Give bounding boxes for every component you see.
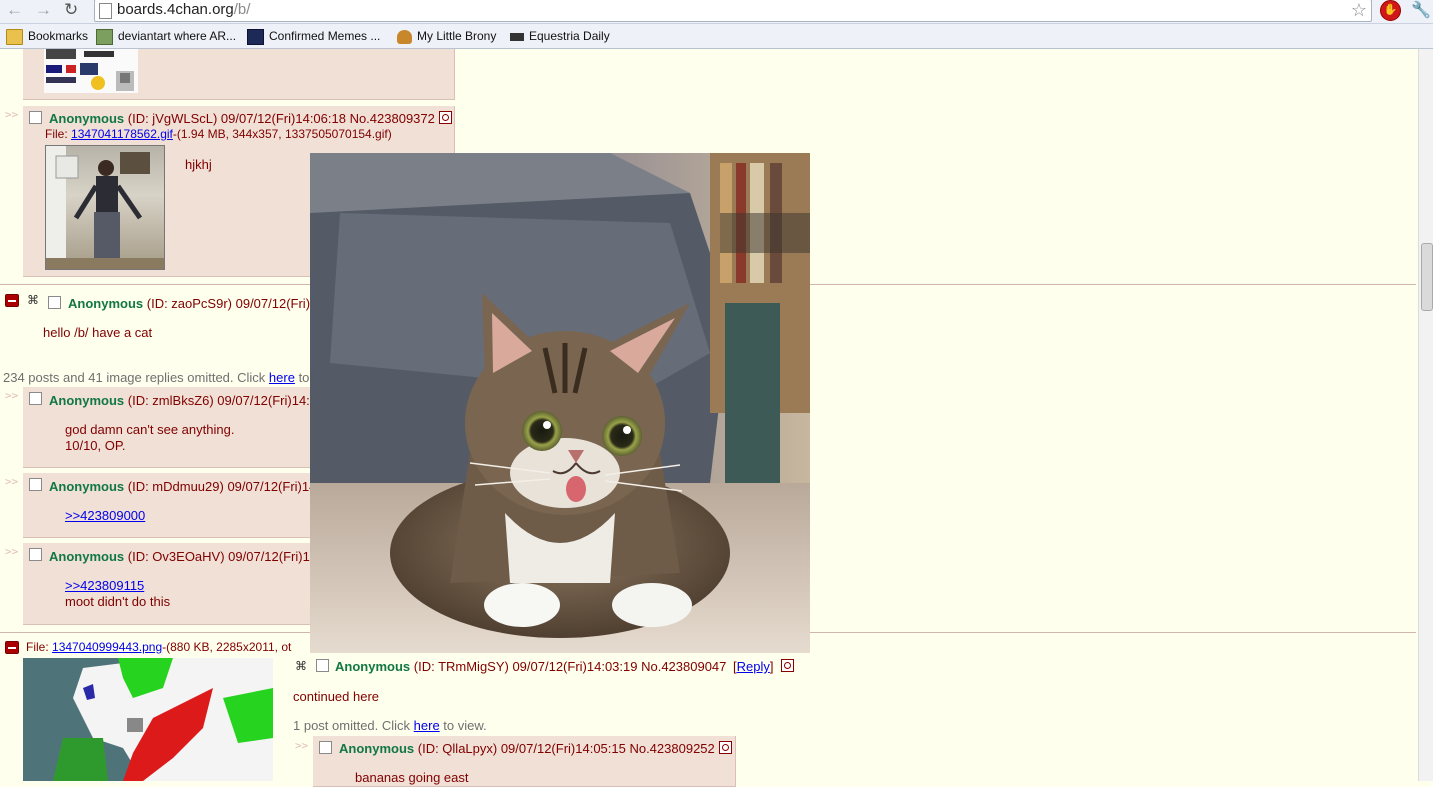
burger-icon (397, 29, 412, 44)
post-header: Anonymous (ID: jVgWLScL) 09/07/12(Fri)14… (49, 111, 435, 126)
page-scrollbar[interactable] (1418, 49, 1433, 781)
post-checkbox[interactable] (29, 392, 42, 405)
poster-name: Anonymous (49, 111, 125, 126)
reload-icon[interactable]: ↻ (64, 1, 78, 19)
bookmark-confirmed-memes[interactable]: Confirmed Memes ... (247, 28, 380, 45)
browser-toolbar: ← → ↻ boards.4chan.org/b/ ☆ ✋ 🔧 (0, 0, 1433, 24)
hover-image-preview (310, 153, 810, 653)
poster-name: Anonymous (335, 659, 411, 674)
reply-arrows: >> (295, 739, 309, 752)
post-header: Anonymous (ID: mDdmuu29) 09/07/12(Fri)14 (49, 479, 316, 494)
gif-thumbnail[interactable] (45, 145, 165, 270)
knowyourmeme-icon (247, 28, 264, 45)
post-comment: bananas going east (355, 770, 469, 785)
expand-thread-link[interactable]: here (269, 370, 295, 385)
poster-name: Anonymous (49, 549, 125, 564)
bookmark-deviantart[interactable]: deviantart where AR... (96, 28, 236, 45)
expand-thread-link[interactable]: here (414, 718, 440, 733)
post-checkbox[interactable] (319, 741, 332, 754)
expand-dropdown-icon[interactable]: ⌘ (27, 293, 39, 307)
quote-link[interactable]: >>423809115 (65, 578, 144, 593)
reply-button[interactable]: [Reply] (733, 659, 774, 674)
post-checkbox[interactable] (29, 111, 42, 124)
post-meta: (ID: TRmMigSY) 09/07/12(Fri)14:03:19 No.… (413, 659, 727, 674)
post-checkbox[interactable] (316, 659, 329, 672)
op-header: Anonymous (ID: zaoPcS9r) 09/07/12(Fri) (68, 296, 310, 311)
map-thumbnail[interactable] (23, 658, 273, 781)
post-checkbox[interactable] (29, 478, 42, 491)
expand-dropdown-icon[interactable]: ⌘ (295, 659, 307, 673)
post-meta: (ID: zmlBksZ6) 09/07/12(Fri)14: (127, 393, 310, 408)
quote-preview-icon[interactable] (781, 659, 794, 672)
post-header: Anonymous (ID: Ov3EOaHV) 09/07/12(Fri)14 (49, 549, 317, 564)
page-icon (99, 3, 112, 19)
bookmark-star-icon[interactable]: ☆ (1351, 0, 1367, 20)
image-thumbnail[interactable] (44, 49, 138, 93)
scrollbar-thumb[interactable] (1421, 243, 1433, 311)
bookmark-equestria-daily[interactable]: Equestria Daily (510, 28, 610, 44)
reply-arrows: >> (5, 545, 19, 558)
post-comment: hjkhj (185, 157, 212, 172)
wrench-menu-icon[interactable]: 🔧 (1411, 0, 1431, 20)
post-checkbox[interactable] (48, 296, 61, 309)
adblock-extension-icon[interactable]: ✋ (1380, 0, 1401, 21)
bookmark-my-little-brony[interactable]: My Little Brony (397, 28, 496, 44)
omitted-posts-notice: 1 post omitted. Click here to view. (293, 718, 487, 733)
post-meta: (ID: mDdmuu29) 09/07/12(Fri)14 (127, 479, 317, 494)
poster-name: Anonymous (339, 741, 415, 756)
poster-name: Anonymous (49, 479, 125, 494)
quote-preview-icon[interactable] (439, 111, 452, 124)
forward-arrow-icon[interactable]: → (35, 1, 52, 19)
deviantart-icon (96, 28, 113, 45)
reply-arrows: >> (5, 475, 19, 488)
op-comment: hello /b/ have a cat (43, 325, 153, 340)
reply-arrows: >> (5, 108, 19, 121)
post-meta: (ID: jVgWLScL) 09/07/12(Fri)14:06:18 No.… (127, 111, 435, 126)
hide-thread-icon[interactable] (5, 294, 19, 307)
quote-preview-icon[interactable] (719, 741, 732, 754)
folder-icon (6, 28, 23, 45)
file-info: File: 1347040999443.png-(880 KB, 2285x20… (26, 640, 292, 654)
address-bar[interactable]: boards.4chan.org/b/ ☆ (94, 0, 1372, 22)
post-comment-line: god damn can't see anything. (65, 422, 235, 437)
hide-thread-icon[interactable] (5, 641, 19, 654)
back-arrow-icon[interactable]: ← (6, 1, 23, 19)
post-header: Anonymous (ID: QllaLpyx) 09/07/12(Fri)14… (339, 741, 715, 756)
op-header: Anonymous (ID: TRmMigSY) 09/07/12(Fri)14… (335, 659, 726, 674)
post-meta: (ID: zaoPcS9r) 09/07/12(Fri) (146, 296, 311, 311)
post-header: Anonymous (ID: zmlBksZ6) 09/07/12(Fri)14… (49, 393, 310, 408)
omitted-posts-notice: 234 posts and 41 image replies omitted. … (3, 370, 310, 385)
poster-name: Anonymous (49, 393, 125, 408)
file-link[interactable]: 1347040999443.png (52, 640, 162, 654)
bookmark-folder[interactable]: Bookmarks (6, 28, 88, 45)
poster-name: Anonymous (68, 296, 144, 311)
file-info: File: 1347041178562.gif-(1.94 MB, 344x35… (45, 127, 392, 141)
eqd-icon (510, 32, 524, 41)
post-meta: (ID: Ov3EOaHV) 09/07/12(Fri)14 (127, 549, 318, 564)
cat-photo (310, 153, 810, 653)
post-meta: (ID: QllaLpyx) 09/07/12(Fri)14:05:15 No.… (417, 741, 715, 756)
post-checkbox[interactable] (29, 548, 42, 561)
file-link[interactable]: 1347041178562.gif (71, 127, 173, 141)
reply-arrows: >> (5, 389, 19, 402)
url-text: boards.4chan.org/b/ (117, 1, 251, 18)
post-comment-line: 10/10, OP. (65, 438, 126, 453)
op-comment: continued here (293, 689, 380, 704)
post-comment: moot didn't do this (65, 594, 171, 609)
quote-link[interactable]: >>423809000 (65, 508, 145, 523)
bookmarks-bar: Bookmarks deviantart where AR... Confirm… (0, 24, 1433, 49)
